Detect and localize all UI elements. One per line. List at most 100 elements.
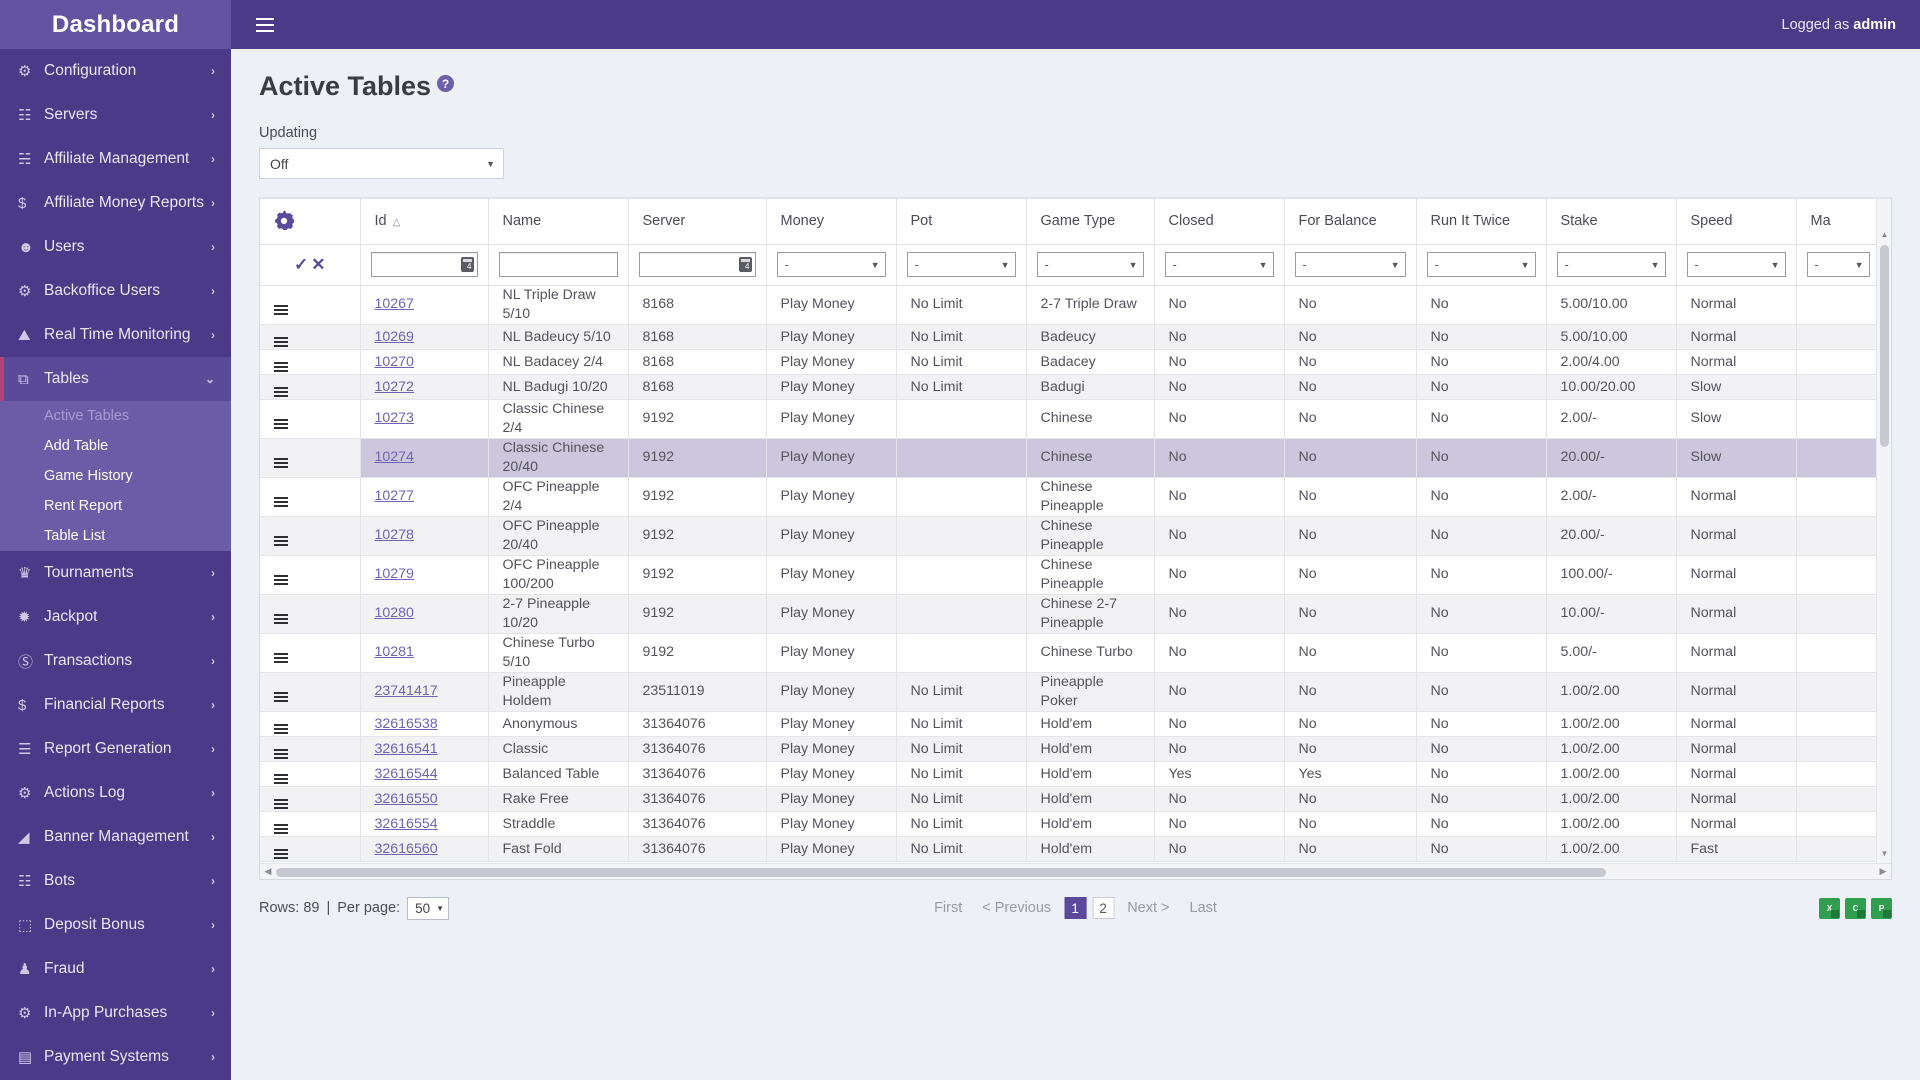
- sidebar-item-transactions[interactable]: Ⓢ Transactions ›: [0, 639, 231, 683]
- table-id-link[interactable]: 10269: [375, 329, 414, 345]
- table-row[interactable]: 10270 NL Badacey 2/4 8168 Play Money No Limi…: [260, 349, 1881, 375]
- sidebar-item-fraud[interactable]: ♟ Fraud ›: [0, 947, 231, 991]
- table-row[interactable]: 10274 Classic Chinese 20/40 9192 Play Money…: [260, 438, 1881, 478]
- row-menu-icon[interactable]: [274, 536, 288, 546]
- filter-select-forbalance[interactable]: - ▼: [1294, 252, 1406, 277]
- table-row[interactable]: 10280 2-7 Pineapple 10/20 9192 Play Money Ch…: [260, 594, 1881, 634]
- table-id-link[interactable]: 32616554: [375, 816, 438, 832]
- vertical-scroll-thumb[interactable]: [1880, 245, 1889, 447]
- table-row[interactable]: 10273 Classic Chinese 2/4 9192 Play Money Ch…: [260, 399, 1881, 439]
- numeric-keypad-icon[interactable]: 4: [460, 257, 474, 272]
- export-excel-icon[interactable]: X: [1819, 897, 1840, 919]
- export-pdf-icon[interactable]: P: [1871, 897, 1892, 919]
- scroll-left-icon[interactable]: ◀: [260, 864, 276, 880]
- filter-select-runittwice[interactable]: - ▼: [1426, 252, 1536, 277]
- filter-input-name[interactable]: [498, 252, 618, 277]
- filter-select-pot[interactable]: - ▼: [906, 252, 1016, 277]
- row-menu-icon[interactable]: [274, 305, 288, 315]
- sidebar-item-affiliate-management[interactable]: ☵ Affiliate Management ›: [0, 137, 231, 181]
- vertical-scrollbar[interactable]: ▲ ▼: [1876, 199, 1891, 863]
- row-menu-icon[interactable]: [274, 773, 288, 784]
- sidebar-item-configuration[interactable]: ⚙ Configuration ›: [0, 49, 231, 93]
- filter-select-stake[interactable]: - ▼: [1556, 252, 1666, 277]
- table-row[interactable]: 32616560 Fast Fold 31364076 Play Money No Li…: [260, 836, 1881, 862]
- updating-select[interactable]: Off ▼: [259, 148, 504, 179]
- table-row[interactable]: 10278 OFC Pineapple 20/40 9192 Play Money Ch…: [260, 516, 1881, 556]
- row-menu-icon[interactable]: [274, 723, 288, 734]
- table-id-link[interactable]: 10281: [375, 644, 414, 660]
- table-row[interactable]: 32616538 Anonymous 31364076 Play Money No Li…: [260, 711, 1881, 737]
- row-menu-icon[interactable]: [274, 848, 288, 859]
- sidebar-subitem-active-tables[interactable]: Active Tables: [0, 401, 231, 431]
- sidebar-item-tables[interactable]: ⧉ Tables ⌄: [0, 357, 231, 401]
- table-id-link[interactable]: 23741417: [375, 683, 438, 699]
- row-menu-icon[interactable]: [274, 336, 288, 347]
- sidebar-item-banner-management[interactable]: ◢ Banner Management ›: [0, 815, 231, 859]
- row-menu-icon[interactable]: [274, 614, 288, 624]
- sidebar-item-users[interactable]: ☻ Users ›: [0, 225, 231, 269]
- table-id-link[interactable]: 32616544: [375, 766, 438, 782]
- column-header-money[interactable]: Money: [766, 199, 897, 245]
- sidebar-subitem-rent-report[interactable]: Rent Report: [0, 491, 231, 521]
- gear-icon[interactable]: [274, 210, 294, 230]
- column-header-pot[interactable]: Pot: [896, 199, 1027, 245]
- table-id-link[interactable]: 10277: [375, 488, 414, 504]
- pagination-first[interactable]: First: [926, 898, 970, 918]
- table-row[interactable]: 10277 OFC Pineapple 2/4 9192 Play Money Chin…: [260, 477, 1881, 517]
- table-row[interactable]: 10281 Chinese Turbo 5/10 9192 Play Money Chi…: [260, 633, 1881, 673]
- sidebar-subitem-game-history[interactable]: Game History: [0, 461, 231, 491]
- scroll-up-icon[interactable]: ▲: [1877, 227, 1891, 242]
- table-id-link[interactable]: 10279: [375, 566, 414, 582]
- sidebar-item-financial-reports[interactable]: $ Financial Reports ›: [0, 683, 231, 727]
- per-page-select[interactable]: 50 ▼: [407, 896, 450, 920]
- row-menu-icon[interactable]: [274, 798, 288, 809]
- column-header-forbalance[interactable]: For Balance: [1284, 199, 1417, 245]
- pagination-last[interactable]: Last: [1182, 898, 1225, 918]
- table-row[interactable]: 32616550 Rake Free 31364076 Play Money No Li…: [260, 786, 1881, 812]
- sidebar-item-real-time-monitoring[interactable]: ⛰ Real Time Monitoring ›: [0, 313, 231, 357]
- clear-filter-icon[interactable]: ✕: [311, 255, 325, 275]
- table-id-link[interactable]: 32616541: [375, 741, 438, 757]
- table-id-link[interactable]: 10280: [375, 605, 414, 621]
- pagination-next[interactable]: Next >: [1119, 898, 1177, 918]
- column-header-server[interactable]: Server: [628, 199, 767, 245]
- table-id-link[interactable]: 10272: [375, 379, 414, 395]
- help-icon[interactable]: ?: [437, 75, 455, 92]
- sidebar-item-servers[interactable]: ☷ Servers ›: [0, 93, 231, 137]
- table-id-link[interactable]: 10267: [375, 296, 414, 312]
- sidebar-item-actions-log[interactable]: ⚙ Actions Log ›: [0, 771, 231, 815]
- table-row[interactable]: 32616541 Classic 31364076 Play Money No Limi…: [260, 736, 1881, 762]
- row-menu-icon[interactable]: [274, 823, 288, 834]
- column-header-runittwice[interactable]: Run It Twice: [1416, 199, 1547, 245]
- sidebar-subitem-table-list[interactable]: Table List: [0, 521, 231, 551]
- sidebar-item-report-generation[interactable]: ☰ Report Generation ›: [0, 727, 231, 771]
- filter-select-speed[interactable]: - ▼: [1686, 252, 1786, 277]
- sidebar-item-in-app-purchases[interactable]: ⚙ In-App Purchases ›: [0, 991, 231, 1035]
- filter-select-gametype[interactable]: - ▼: [1036, 252, 1144, 277]
- table-row[interactable]: 32616544 Balanced Table 31364076 Play Money…: [260, 761, 1881, 787]
- brand-logo[interactable]: Dashboard: [0, 0, 231, 49]
- row-menu-icon[interactable]: [274, 575, 288, 585]
- sidebar-item-payment-systems[interactable]: ▤ Payment Systems ›: [0, 1035, 231, 1079]
- scroll-right-icon[interactable]: ▶: [1875, 864, 1891, 880]
- sidebar-item-affiliate-money-reports[interactable]: $ Affiliate Money Reports ›: [0, 181, 231, 225]
- hamburger-icon[interactable]: [241, 0, 289, 49]
- table-id-link[interactable]: 32616550: [375, 791, 438, 807]
- filter-select-money[interactable]: - ▼: [776, 252, 886, 277]
- sidebar-item-tournaments[interactable]: ♛ Tournaments ›: [0, 551, 231, 595]
- table-row[interactable]: 32616554 Straddle 31364076 Play Money No Lim…: [260, 811, 1881, 837]
- sidebar-subitem-add-table[interactable]: Add Table: [0, 431, 231, 461]
- row-menu-icon[interactable]: [274, 419, 288, 429]
- scroll-down-icon[interactable]: ▼: [1877, 846, 1891, 861]
- table-id-link[interactable]: 10273: [375, 410, 414, 426]
- row-menu-icon[interactable]: [274, 692, 288, 702]
- filter-select-closed[interactable]: - ▼: [1164, 252, 1274, 277]
- table-row[interactable]: 10267 NL Triple Draw 5/10 8168 Play Money No…: [260, 285, 1881, 325]
- row-menu-icon[interactable]: [274, 361, 288, 372]
- row-menu-icon[interactable]: [274, 386, 288, 397]
- pagination-previous[interactable]: < Previous: [974, 898, 1059, 918]
- numeric-keypad-icon[interactable]: 4: [738, 257, 752, 272]
- table-row[interactable]: 23741417 Pineapple Holdem 23511019 Play Mon…: [260, 672, 1881, 712]
- table-row[interactable]: 10279 OFC Pineapple 100/200 9192 Play Money…: [260, 555, 1881, 595]
- column-header-closed[interactable]: Closed: [1154, 199, 1285, 245]
